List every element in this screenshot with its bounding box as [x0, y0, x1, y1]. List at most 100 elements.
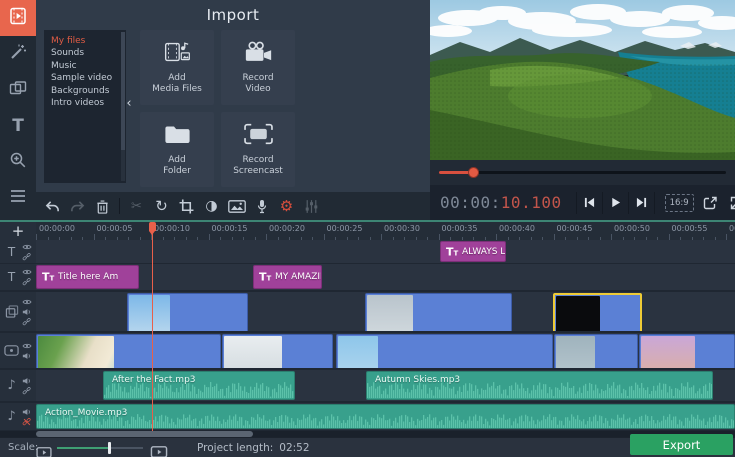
- detach-player-button[interactable]: [699, 192, 721, 214]
- zoom-clip-button[interactable]: [150, 443, 168, 457]
- zoom-fit-button[interactable]: [36, 443, 52, 457]
- clip-title-track-1-0[interactable]: TT ALWAYS LOV: [440, 241, 506, 262]
- export-button[interactable]: Export: [630, 434, 733, 455]
- collapse-panel-chevron[interactable]: ‹: [124, 92, 134, 114]
- audio-levels-button[interactable]: [300, 195, 323, 217]
- category-sounds[interactable]: Sounds: [51, 47, 118, 59]
- speaker-toggle[interactable]: [22, 308, 33, 316]
- track-body-audio-track-2[interactable]: Action_Movie.mp3: [36, 403, 735, 430]
- playhead[interactable]: [149, 222, 156, 431]
- action-video-camera[interactable]: Record Video: [221, 30, 295, 105]
- pan-zoom-button[interactable]: [225, 195, 248, 217]
- clip-video-track-0[interactable]: aerial-of-empty-beach-and-beach-h: [36, 334, 221, 368]
- transport-buttons: [575, 191, 655, 214]
- rotate-button[interactable]: ↻: [150, 195, 173, 217]
- link-toggle[interactable]: [22, 252, 33, 261]
- delete-button[interactable]: [91, 195, 114, 217]
- preview-panel: 00:00:10.100 16:9: [424, 0, 735, 220]
- link-icon: [22, 386, 31, 394]
- title-track-icon: T: [7, 270, 16, 284]
- sidebar-item-filters[interactable]: [0, 36, 36, 72]
- category-backgrounds[interactable]: Backgrounds: [51, 85, 118, 97]
- timeline-ruler[interactable]: 00:00:00 00:00:05 00:00:10 00:00:15 00:00:20…: [36, 222, 735, 240]
- action-screencast[interactable]: Record Screencast: [221, 112, 295, 187]
- clip-overlay-track-0[interactable]: beautiful-nature-no: [127, 293, 248, 331]
- eye-toggle[interactable]: [22, 298, 33, 306]
- category-intro-videos[interactable]: Intro videos: [51, 97, 118, 109]
- crop-icon: [179, 199, 194, 214]
- track-body-overlay-track[interactable]: beautiful-nature-no girl-walking-down-ro…: [36, 292, 735, 331]
- clip-audio-track-2-0[interactable]: Action_Movie.mp3: [36, 404, 735, 429]
- track-body-title-track-2[interactable]: TT Title here Am TT MY AMAZING: [36, 264, 735, 290]
- seek-bar[interactable]: [439, 167, 726, 178]
- clip-overlay-track-1[interactable]: girl-walking-down-road-to: [365, 293, 512, 331]
- link-toggle[interactable]: [22, 386, 33, 395]
- next-frame-button[interactable]: [627, 191, 655, 214]
- visibility-eye-icon: [22, 299, 32, 304]
- ruler-label: 00:00:45: [556, 224, 593, 233]
- speaker-toggle[interactable]: [22, 377, 33, 385]
- speaker-toggle[interactable]: [22, 352, 33, 360]
- scale-slider-handle[interactable]: [108, 442, 111, 454]
- track-body-audio-track-1[interactable]: After the Fact.mp3 Autumn Skies.mp3: [36, 370, 735, 401]
- seek-handle[interactable]: [468, 167, 480, 178]
- track-body-title-track-1[interactable]: TT ALWAYS LOV: [36, 240, 735, 263]
- clip-video-track-1[interactable]: clouds-over-rock: [222, 334, 333, 368]
- clip-video-track-3[interactable]: southern: [554, 334, 638, 368]
- clip-video-track-2[interactable]: rolling-grass-hills-in-copenhagen-denmar…: [336, 334, 553, 368]
- fullscreen-button[interactable]: [726, 192, 735, 214]
- clip-video-track-4[interactable]: tracking-lo: [639, 334, 735, 368]
- record-audio-button[interactable]: [250, 195, 273, 217]
- previous-frame-button[interactable]: [575, 191, 602, 214]
- add-track-button[interactable]: +: [3, 222, 33, 240]
- playback-controls: 00:00:10.100 16:9: [430, 185, 735, 220]
- link-broken-toggle[interactable]: [22, 417, 33, 426]
- color-adjustments-button[interactable]: ◑: [200, 195, 223, 217]
- category-my-files[interactable]: My files: [51, 35, 118, 47]
- clip-audio-track-1-1[interactable]: Autumn Skies.mp3: [366, 371, 713, 400]
- track-body-video-track[interactable]: aerial-of-empty-beach-and-beach-h clouds…: [36, 333, 735, 368]
- sidebar-item-import[interactable]: [0, 0, 36, 36]
- ruler-label: 00:00:20: [269, 224, 305, 233]
- clip-thumbnail: [556, 336, 595, 368]
- eye-toggle[interactable]: [22, 243, 33, 251]
- list-icon: [9, 187, 27, 209]
- clip-thumbnail: [129, 295, 170, 331]
- link-toggle[interactable]: [22, 317, 33, 326]
- clip-title-track-2-1[interactable]: TT MY AMAZING: [253, 265, 322, 289]
- sidebar-item-transitions[interactable]: [0, 72, 36, 108]
- eye-toggle[interactable]: [22, 268, 33, 276]
- ruler-head: +: [0, 222, 36, 240]
- clip-title-track-2-0[interactable]: TT Title here Am: [36, 265, 139, 289]
- detach-player-icon: [703, 196, 717, 209]
- category-music[interactable]: Music: [51, 60, 118, 72]
- aspect-ratio-button[interactable]: 16:9: [664, 193, 694, 212]
- link-toggle[interactable]: [22, 278, 33, 286]
- clip-overlay-track-2[interactable]: Camera.n: [553, 293, 642, 331]
- video-camera-icon: [244, 41, 273, 73]
- eye-toggle[interactable]: [22, 342, 33, 350]
- action-media-files[interactable]: Add Media Files: [140, 30, 214, 105]
- crop-button[interactable]: [175, 195, 198, 217]
- play-button[interactable]: [601, 191, 628, 214]
- scale-slider[interactable]: [57, 442, 143, 454]
- preview-options: 16:9: [664, 192, 735, 214]
- fullscreen-icon: [730, 196, 735, 209]
- clip-large-icon: [150, 446, 168, 457]
- clip-audio-track-1-0[interactable]: After the Fact.mp3: [103, 371, 295, 400]
- import-panel: Import My files Sounds Music Sample vide…: [36, 0, 430, 192]
- sidebar-item-titles[interactable]: T: [0, 108, 36, 144]
- category-sample-video[interactable]: Sample video: [51, 72, 118, 84]
- speaker-toggle[interactable]: [22, 408, 33, 416]
- undo-button[interactable]: [41, 195, 64, 217]
- action-folder[interactable]: Add Folder: [140, 112, 214, 187]
- sidebar: T: [0, 0, 36, 222]
- split-button[interactable]: ✂: [125, 195, 148, 217]
- preview-video-frame: [424, 0, 735, 160]
- sidebar-item-zoom[interactable]: [0, 144, 36, 180]
- sidebar-item-more[interactable]: [0, 180, 36, 216]
- redo-button[interactable]: [66, 195, 89, 217]
- track-head-overlay-track: [0, 292, 36, 331]
- split-icon: ✂: [131, 198, 142, 214]
- clip-properties-button[interactable]: ⚙: [275, 195, 298, 217]
